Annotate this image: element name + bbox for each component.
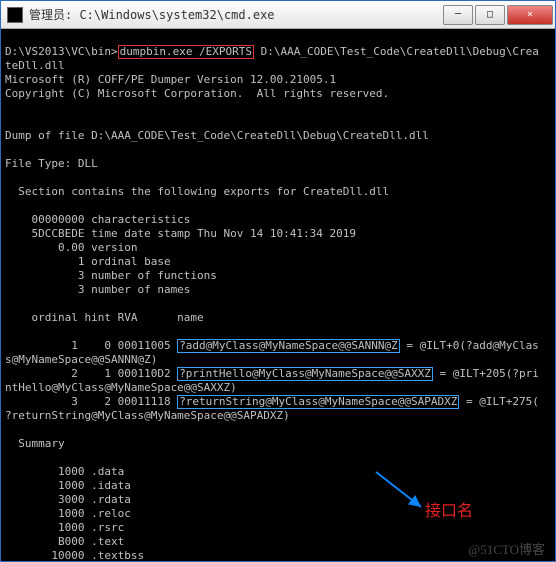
- command-highlight: dumpbin.exe /EXPORTS: [118, 45, 254, 59]
- output-line: ntHello@MyClass@MyNameSpace@@SAXXZ): [5, 381, 237, 394]
- annotation-arrow-icon: [371, 467, 431, 517]
- export-suffix: = @ILT+275(: [459, 395, 538, 408]
- export-prefix: 3 2 00011118: [5, 395, 177, 408]
- window-title: 管理员: C:\Windows\system32\cmd.exe: [29, 6, 443, 23]
- prompt: D:\VS2013\VC\bin>: [5, 45, 118, 58]
- output-line: 0.00 version: [5, 241, 137, 254]
- export-symbol-1: ?add@MyClass@MyNameSpace@@SANNN@Z: [177, 339, 400, 353]
- cmd-icon: [7, 7, 23, 23]
- output-line: Copyright (C) Microsoft Corporation. All…: [5, 87, 389, 100]
- output-line: 3000 .rdata: [5, 493, 131, 506]
- output-line: 1000 .rsrc: [5, 521, 124, 534]
- close-button[interactable]: ×: [507, 5, 553, 25]
- output-line: 3 number of functions: [5, 269, 217, 282]
- minimize-button[interactable]: ─: [443, 5, 473, 25]
- export-suffix: = @ILT+205(?pri: [433, 367, 539, 380]
- export-prefix: 1 0 00011005: [5, 339, 177, 352]
- cmd-args: D:\AAA_CODE\Test_Code\CreateDll\Debug\Cr…: [254, 45, 539, 58]
- output-line: ordinal hint RVA name: [5, 311, 204, 324]
- output-line: Summary: [5, 437, 65, 450]
- export-symbol-3: ?returnString@MyClass@MyNameSpace@@SAPAD…: [177, 395, 459, 409]
- output-line: 00000000 characteristics: [5, 213, 190, 226]
- output-line: 1000 .data: [5, 465, 124, 478]
- output-line: Section contains the following exports f…: [5, 185, 389, 198]
- output-line: s@MyNameSpace@@SANNN@Z): [5, 353, 157, 366]
- annotation-label: 接口名: [425, 505, 473, 519]
- console-output[interactable]: D:\VS2013\VC\bin>dumpbin.exe /EXPORTS D:…: [1, 29, 555, 561]
- output-line: ?returnString@MyClass@MyNameSpace@@SAPAD…: [5, 409, 290, 422]
- export-prefix: 2 1 000110D2: [5, 367, 177, 380]
- window-titlebar: 管理员: C:\Windows\system32\cmd.exe ─ □ ×: [1, 1, 555, 29]
- output-line: 5DCCBEDE time date stamp Thu Nov 14 10:4…: [5, 227, 356, 240]
- watermark: @51CTO博客: [468, 543, 545, 557]
- output-line: 10000 .textbss: [5, 549, 144, 561]
- export-symbol-2: ?printHello@MyClass@MyNameSpace@@SAXXZ: [177, 367, 433, 381]
- output-line: 1000 .reloc: [5, 507, 131, 520]
- output-line: teDll.dll: [5, 59, 65, 72]
- output-line: B000 .text: [5, 535, 124, 548]
- output-line: 1000 .idata: [5, 479, 131, 492]
- output-line: Microsoft (R) COFF/PE Dumper Version 12.…: [5, 73, 336, 86]
- maximize-button[interactable]: □: [475, 5, 505, 25]
- export-suffix: = @ILT+0(?add@MyClas: [400, 339, 539, 352]
- output-line: Dump of file D:\AAA_CODE\Test_Code\Creat…: [5, 129, 429, 142]
- output-line: 1 ordinal base: [5, 255, 171, 268]
- window-buttons: ─ □ ×: [443, 5, 555, 25]
- output-line: 3 number of names: [5, 283, 190, 296]
- output-line: File Type: DLL: [5, 157, 98, 170]
